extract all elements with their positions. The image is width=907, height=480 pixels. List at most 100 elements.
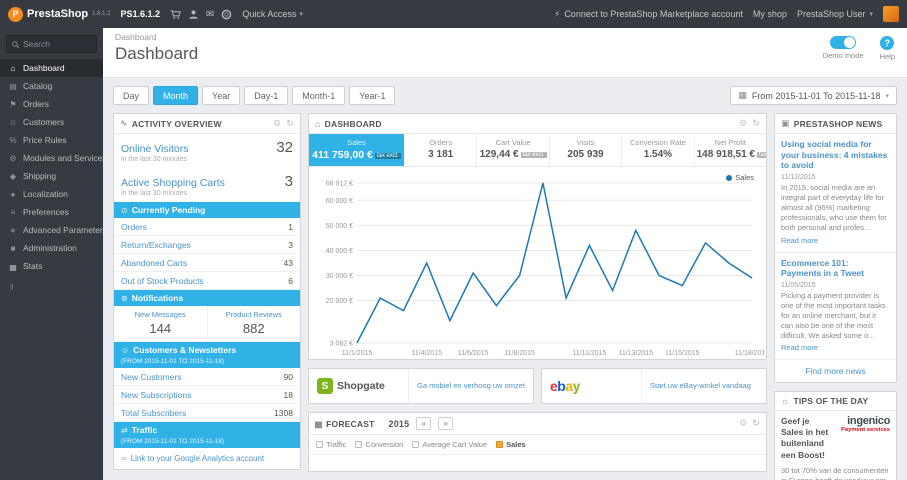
forecast-legend-conversion[interactable]: Conversion: [355, 440, 403, 449]
sidebar-item-modules[interactable]: ⚙ Modules and Services: [0, 149, 103, 167]
forecast-panel: ▅ FORECAST 2015 « » ⚙ ↻ Traffic Conversio…: [308, 412, 767, 472]
kpi-orders[interactable]: Orders 3 181: [403, 134, 476, 166]
sidebar-item-label: Customers: [23, 117, 65, 127]
sidebar-item-orders[interactable]: ⚑ Orders: [0, 95, 103, 113]
sidebar-search[interactable]: [6, 35, 97, 53]
my-shop-link[interactable]: My shop: [753, 9, 787, 19]
new-customers-link[interactable]: New Customers: [121, 372, 181, 382]
product-reviews-link[interactable]: Product Reviews: [210, 310, 299, 319]
notifications-header: ⊚ Notifications: [114, 290, 300, 306]
news-article-body: In 2015, social media are an integral pa…: [781, 182, 887, 233]
caret-down-icon: ▾: [869, 11, 873, 18]
kpi-cart-value[interactable]: Cart Value 129,44 € tax excl.: [476, 134, 548, 166]
panel-settings-icon[interactable]: ⚙: [273, 118, 281, 129]
breadcrumb[interactable]: Dashboard: [115, 32, 198, 42]
panel-refresh-icon[interactable]: ↻: [286, 118, 294, 129]
chart-legend[interactable]: Sales: [726, 173, 754, 182]
read-more-link[interactable]: Read more: [781, 236, 818, 245]
ebay-promo[interactable]: ebay Start uw eBay-winkel vandaag: [541, 368, 767, 404]
shopgate-promo-link[interactable]: Ga mobiel en verhoog uw omzet: [417, 381, 525, 390]
sidebar-item-advanced-parameters[interactable]: ∗ Advanced Parameters: [0, 221, 103, 239]
active-carts-metric: Active Shopping Carts 3: [114, 168, 300, 190]
forecast-legend-traffic[interactable]: Traffic: [316, 440, 346, 449]
pending-orders-link[interactable]: Orders: [121, 222, 147, 232]
google-analytics-link[interactable]: Link to your Google Analytics account: [131, 454, 264, 463]
forecast-panel-header: ▅ FORECAST 2015 « » ⚙ ↻: [309, 413, 766, 435]
forecast-year[interactable]: 2015: [388, 419, 409, 429]
total-subscribers-link[interactable]: Total Subscribers: [121, 408, 186, 418]
sidebar-item-label: Preferences: [23, 207, 69, 217]
sidebar-collapse-button[interactable]: ‖: [0, 283, 103, 292]
forecast-legend-average-cart-value[interactable]: Average Cart Value: [412, 440, 487, 449]
panel-settings-icon[interactable]: ⚙: [739, 118, 747, 129]
filter-month-button[interactable]: Month: [153, 86, 199, 105]
filter-year-button[interactable]: Year: [202, 86, 241, 105]
pending-returns-link[interactable]: Return/Exchanges: [121, 240, 191, 250]
filter-month-1-button[interactable]: Month-1: [292, 86, 346, 105]
panel-refresh-icon[interactable]: ↻: [752, 418, 760, 429]
cart-icon[interactable]: [170, 9, 182, 20]
sidebar-item-shipping[interactable]: ◆ Shipping: [0, 167, 103, 185]
read-more-link[interactable]: Read more: [781, 343, 818, 352]
kpi-visits[interactable]: Visits 205 939: [548, 134, 621, 166]
sidebar-item-localization[interactable]: ● Localization: [0, 185, 103, 203]
currently-pending-title: Currently Pending: [131, 205, 206, 215]
svg-text:11/6/2015: 11/6/2015: [458, 350, 489, 357]
help-icon[interactable]: ?: [880, 36, 895, 50]
sidebar-item-administration[interactable]: ■ Administration: [0, 239, 103, 257]
sidebar-item-customers[interactable]: ☺ Customers: [0, 113, 103, 131]
active-carts-link[interactable]: Active Shopping Carts: [121, 177, 225, 189]
main-area: Dashboard Dashboard Demo mode ? Help Day…: [103, 28, 907, 480]
search-input[interactable]: [23, 39, 92, 49]
forecast-legend-sales[interactable]: Sales: [496, 440, 526, 449]
filter-day-button[interactable]: Day: [113, 86, 150, 105]
date-range-picker[interactable]: ▦ From 2015-11-01 To 2015-11-18 ▾: [730, 86, 897, 105]
sidebar-item-dashboard[interactable]: ⌂ Dashboard: [0, 59, 103, 77]
currently-pending-header: ⊙ Currently Pending: [114, 202, 300, 218]
kpi-sales[interactable]: Sales 411 759,00 € tax excl.: [309, 134, 404, 166]
news-article-title[interactable]: Using social media for your business: 4 …: [781, 139, 890, 171]
abandoned-carts-link[interactable]: Abandoned Carts: [121, 258, 187, 268]
new-customers-value: 90: [283, 371, 293, 382]
traffic-header: ⇄ Traffic (FROM 2015-11-01 TO 2015-11-18…: [114, 422, 300, 448]
filter-year-1-button[interactable]: Year-1: [349, 86, 396, 105]
avatar[interactable]: [883, 6, 899, 22]
product-reviews-cell[interactable]: Product Reviews 882: [208, 306, 301, 341]
panel-settings-icon[interactable]: ⚙: [739, 418, 747, 429]
sidebar-item-catalog[interactable]: ▤ Catalog: [0, 77, 103, 95]
sidebar-item-preferences[interactable]: ≡ Preferences: [0, 203, 103, 221]
out-of-stock-link[interactable]: Out of Stock Products: [121, 276, 204, 286]
panel-refresh-icon[interactable]: ↻: [752, 118, 760, 129]
quick-access-menu[interactable]: Quick Access ▾: [242, 9, 303, 19]
forecast-panel-title: FORECAST: [326, 418, 375, 429]
shop-name-link[interactable]: PS1.6.1.2: [121, 9, 161, 19]
support-icon[interactable]: [221, 9, 232, 20]
kpi-conversion-rate[interactable]: Conversion Rate 1.54%: [621, 134, 693, 166]
new-subscriptions-link[interactable]: New Subscriptions: [121, 390, 191, 400]
mail-icon[interactable]: ✉: [206, 9, 214, 20]
find-more-news-link[interactable]: Find more news: [775, 360, 896, 382]
news-article-title[interactable]: Ecommerce 101: Payments in a Tweet: [781, 258, 890, 279]
ebay-promo-link[interactable]: Start uw eBay-winkel vandaag: [650, 381, 751, 390]
people-icon: ☺: [121, 345, 130, 355]
kpi-net-profit[interactable]: Net Profit 148 918,51 €tax excl.: [693, 134, 766, 166]
demo-mode-label: Demo mode: [822, 51, 864, 60]
previous-year-button[interactable]: «: [416, 417, 432, 430]
online-visitors-link[interactable]: Online Visitors: [121, 143, 189, 155]
filter-day-1-button[interactable]: Day-1: [244, 86, 289, 105]
new-messages-link[interactable]: New Messages: [116, 310, 205, 319]
user-menu[interactable]: PrestaShop User ▾: [797, 9, 873, 19]
sidebar-item-stats[interactable]: ▅ Stats: [0, 257, 103, 275]
demo-mode-toggle[interactable]: [830, 36, 857, 49]
customer-icon[interactable]: [188, 9, 199, 20]
kpi-label: Orders: [429, 138, 453, 147]
dashboard-panel-title: DASHBOARD: [324, 118, 382, 129]
pending-orders-row: Orders 1: [114, 218, 300, 236]
marketplace-connect-link[interactable]: ⚡ Connect to PrestaShop Marketplace acco…: [554, 9, 743, 20]
shopgate-promo[interactable]: S Shopgate Ga mobiel en verhoog uw omzet: [308, 368, 534, 404]
prestashop-logo[interactable]: P PrestaShop 1.6.1.2: [8, 6, 111, 22]
forecast-icon: ▅: [315, 418, 323, 428]
new-messages-cell[interactable]: New Messages 144: [114, 306, 208, 341]
sidebar-item-price-rules[interactable]: % Price Rules: [0, 131, 103, 149]
next-year-button[interactable]: »: [438, 417, 454, 430]
